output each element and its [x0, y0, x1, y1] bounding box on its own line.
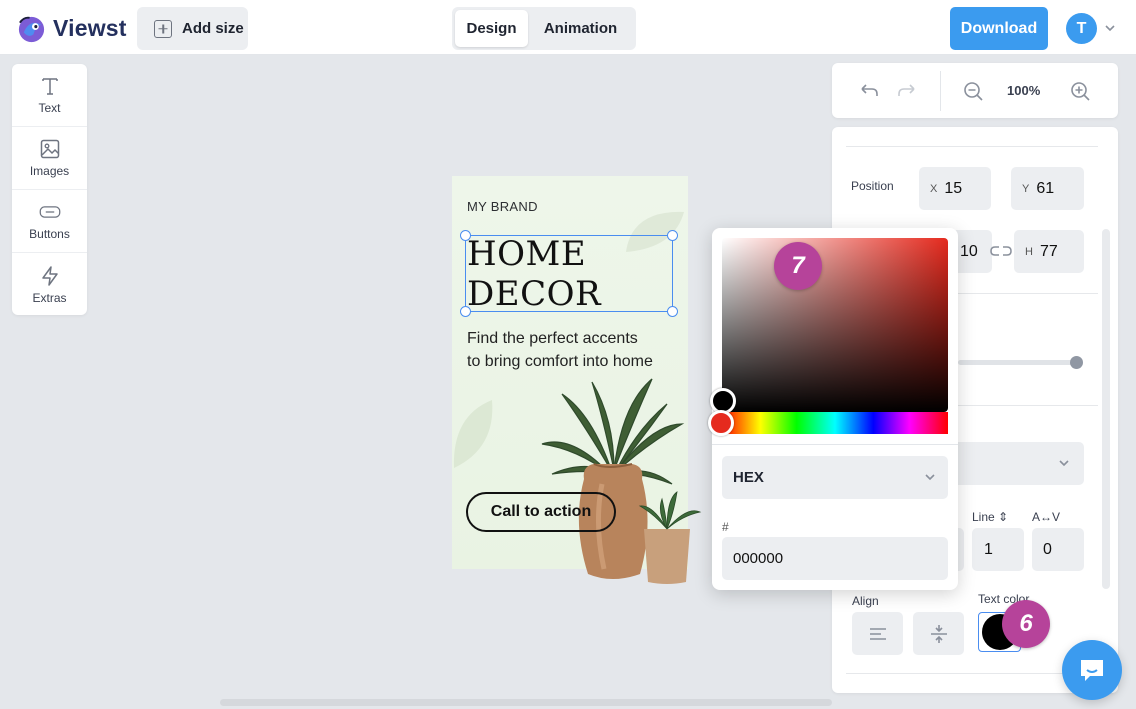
- chat-support-button[interactable]: [1062, 640, 1122, 700]
- tool-buttons[interactable]: Buttons: [12, 190, 87, 253]
- x-field[interactable]: X 15: [919, 167, 991, 210]
- width-value: 10: [960, 242, 978, 260]
- tool-extras[interactable]: Extras: [12, 253, 87, 316]
- chevron-down-icon: [925, 474, 935, 481]
- subtitle-line: to bring comfort into home: [467, 353, 653, 370]
- height-value: 77: [1039, 242, 1058, 260]
- lightning-icon: [41, 265, 58, 286]
- letter-spacing-value: 0: [1043, 540, 1052, 558]
- resize-handle[interactable]: [667, 306, 678, 317]
- letter-spacing-field[interactable]: 0: [1032, 528, 1084, 571]
- font-select[interactable]: [952, 442, 1084, 485]
- chevron-down-icon[interactable]: [1104, 22, 1116, 34]
- divider: [846, 673, 1098, 674]
- selection-box[interactable]: [460, 230, 678, 317]
- height-field[interactable]: H 77: [1014, 230, 1084, 273]
- top-bar: Viewst Add size Design Animation Downloa…: [0, 0, 1136, 55]
- x-value: 15: [944, 179, 963, 197]
- resize-handle[interactable]: [460, 230, 471, 241]
- redo-icon[interactable]: [896, 80, 918, 102]
- image-icon: [40, 139, 59, 159]
- align-label: Align: [852, 594, 879, 608]
- artboard[interactable]: MY BRAND HOME DECOR Find the perfect acc…: [452, 176, 702, 584]
- width-field[interactable]: 10: [952, 230, 992, 273]
- leaf-decoration: [453, 400, 493, 468]
- tool-label: Text: [38, 101, 61, 115]
- plus-box-icon: [154, 19, 172, 38]
- undo-icon[interactable]: [858, 80, 880, 102]
- tool-images[interactable]: Images: [12, 127, 87, 190]
- y-value: 61: [1036, 179, 1055, 197]
- panel-scrollbar[interactable]: [1102, 229, 1110, 589]
- plant-vase-image[interactable]: [532, 374, 702, 589]
- logo-text: Viewst: [53, 15, 127, 41]
- zoom-level[interactable]: 100%: [1007, 83, 1040, 98]
- h-label: H: [1025, 245, 1033, 258]
- divider: [940, 71, 941, 111]
- step-badge-6: 6: [1002, 600, 1050, 648]
- color-picker-popover: HEX # 000000: [708, 228, 958, 590]
- line-height-field[interactable]: 1: [972, 528, 1024, 571]
- align-left-icon: [869, 627, 886, 640]
- color-format-select[interactable]: HEX: [722, 456, 948, 499]
- hex-label: #: [722, 520, 729, 534]
- divider: [846, 146, 1098, 147]
- position-label: Position: [851, 179, 894, 193]
- tool-text[interactable]: Text: [12, 64, 87, 127]
- add-size-button[interactable]: Add size: [137, 7, 248, 50]
- align-vertical-button[interactable]: [913, 612, 964, 655]
- mode-tabs: Design Animation: [452, 7, 636, 50]
- viewst-logo-icon: [18, 16, 45, 43]
- zoom-toolbar: 100%: [832, 63, 1118, 118]
- x-label: X: [930, 182, 938, 195]
- link-icon[interactable]: [990, 244, 1012, 258]
- tools-panel: Text Images Buttons Extras: [12, 64, 87, 315]
- step-badge-7: 7: [774, 242, 822, 290]
- hue-thumb[interactable]: [708, 410, 734, 436]
- tool-label: Buttons: [29, 227, 70, 241]
- y-field[interactable]: Y 61: [1011, 167, 1084, 210]
- chat-icon: [1081, 660, 1103, 681]
- download-button[interactable]: Download: [950, 7, 1048, 50]
- avatar[interactable]: T: [1066, 13, 1097, 44]
- add-size-label: Add size: [182, 20, 244, 37]
- divider: [712, 444, 958, 445]
- resize-handle[interactable]: [460, 306, 471, 317]
- align-left-button[interactable]: [852, 612, 903, 655]
- hex-input[interactable]: 000000: [722, 537, 948, 580]
- canvas-horizontal-scrollbar[interactable]: [220, 699, 832, 706]
- color-format-value: HEX: [733, 469, 764, 486]
- saturation-value-area[interactable]: [722, 238, 948, 412]
- subtitle-line: Find the perfect accents: [467, 330, 638, 347]
- brand-text[interactable]: MY BRAND: [467, 199, 538, 214]
- resize-handle[interactable]: [667, 230, 678, 241]
- y-label: Y: [1022, 182, 1030, 195]
- text-icon: [41, 78, 58, 95]
- tab-design[interactable]: Design: [455, 10, 528, 47]
- slider-thumb[interactable]: [1070, 356, 1083, 369]
- opacity-slider[interactable]: [958, 360, 1078, 365]
- chevron-down-icon: [1059, 460, 1069, 467]
- align-middle-icon: [930, 624, 947, 643]
- app-logo[interactable]: Viewst: [16, 13, 127, 44]
- call-to-action-button[interactable]: Call to action: [466, 492, 616, 532]
- tool-label: Images: [29, 164, 70, 178]
- line-height-label: Line ⇕: [972, 510, 1009, 524]
- hue-slider[interactable]: [722, 412, 948, 434]
- tool-label: Extras: [32, 290, 67, 305]
- line-height-value: 1: [984, 540, 993, 558]
- zoom-out-icon[interactable]: [962, 80, 984, 102]
- subtitle-text[interactable]: Find the perfect accents to bring comfor…: [467, 327, 653, 373]
- zoom-in-icon[interactable]: [1069, 80, 1091, 102]
- tab-animation[interactable]: Animation: [528, 10, 633, 47]
- button-icon: [39, 206, 60, 218]
- letter-spacing-label: A↔V: [1032, 510, 1061, 524]
